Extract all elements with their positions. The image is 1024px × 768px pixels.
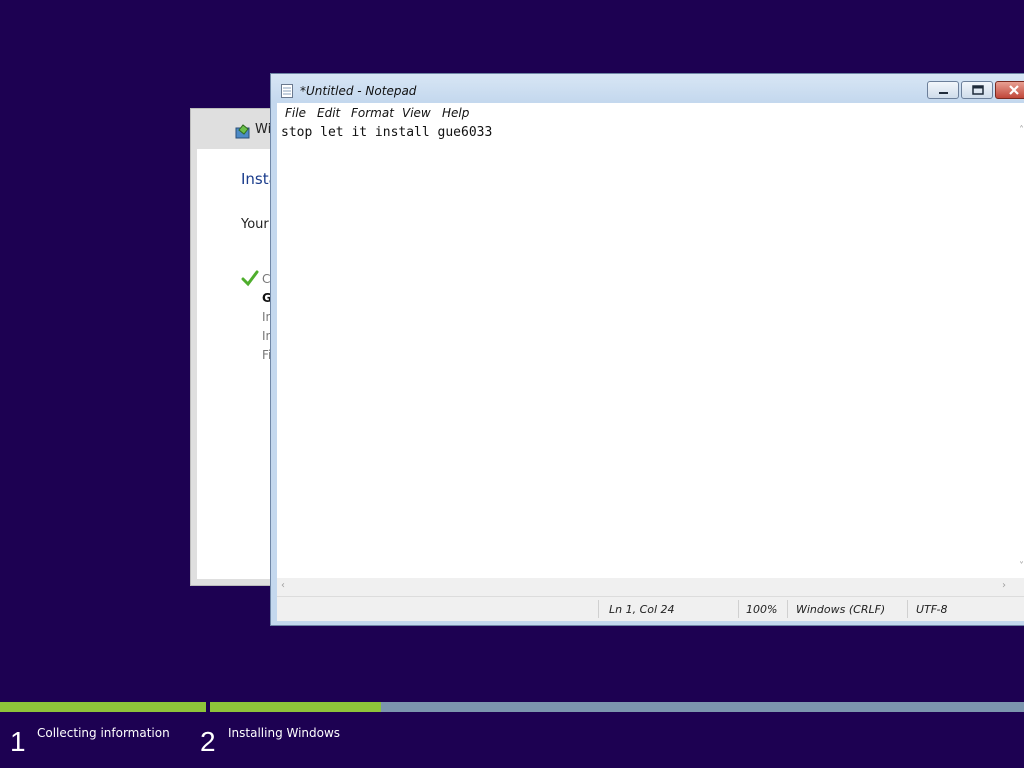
setup-icon (234, 122, 252, 140)
phase-2-label: Installing Windows (228, 726, 341, 740)
menu-bar: File Edit Format View Help (277, 103, 1024, 123)
notepad-window[interactable]: *Untitled - Notepad File Edit Format Vie… (270, 73, 1024, 626)
maximize-button[interactable] (961, 81, 993, 99)
zoom-level: 100% (746, 603, 778, 616)
phase-1-progress-track (0, 702, 206, 712)
notepad-client: File Edit Format View Help stop let it i… (277, 103, 1024, 621)
restore-icon (972, 85, 984, 95)
notepad-titlebar[interactable]: *Untitled - Notepad (271, 74, 1024, 102)
phase-1-number: 1 (10, 726, 26, 757)
menu-file[interactable]: File (285, 106, 306, 120)
minimize-icon (939, 92, 948, 94)
phase-1-label: Collecting information (37, 726, 170, 740)
status-divider (598, 600, 599, 618)
scroll-up-icon[interactable]: ˄ (1019, 125, 1024, 136)
cursor-position: Ln 1, Col 24 (609, 603, 675, 616)
status-divider (738, 600, 739, 618)
menu-help[interactable]: Help (442, 106, 469, 120)
phase-2-progress-fill (210, 702, 381, 712)
menu-edit[interactable]: Edit (317, 106, 340, 120)
close-button[interactable] (995, 81, 1024, 99)
encoding: UTF-8 (916, 603, 948, 616)
status-divider (787, 600, 788, 618)
scroll-down-icon[interactable]: ˅ (1019, 561, 1024, 572)
status-bar: Ln 1, Col 24 100% Windows (CRLF) UTF-8 (277, 596, 1024, 621)
setup-title: Wi (255, 122, 272, 137)
line-endings: Windows (CRLF) (796, 603, 886, 616)
check-icon (241, 269, 259, 287)
setup-description: Your (241, 217, 269, 232)
phase-2-number: 2 (200, 726, 216, 757)
editor-content[interactable]: stop let it install gue6033 (281, 125, 492, 140)
vertical-scrollbar[interactable]: ˄ ˅ (1017, 123, 1024, 578)
status-divider (907, 600, 908, 618)
notepad-title: *Untitled - Notepad (300, 84, 417, 98)
close-icon (1009, 85, 1019, 95)
horizontal-scrollbar[interactable]: ‹ › (277, 578, 1024, 596)
notepad-icon (281, 83, 293, 98)
menu-view[interactable]: View (402, 106, 431, 120)
scroll-right-icon[interactable]: › (1002, 580, 1006, 591)
minimize-button[interactable] (927, 81, 959, 99)
scroll-left-icon[interactable]: ‹ (281, 580, 285, 591)
phase-2-progress-track (210, 702, 1024, 712)
phase-1-progress-fill (0, 702, 206, 712)
menu-format[interactable]: Format (351, 106, 394, 120)
text-editor[interactable]: stop let it install gue6033 ˄ ˅ (277, 123, 1024, 578)
